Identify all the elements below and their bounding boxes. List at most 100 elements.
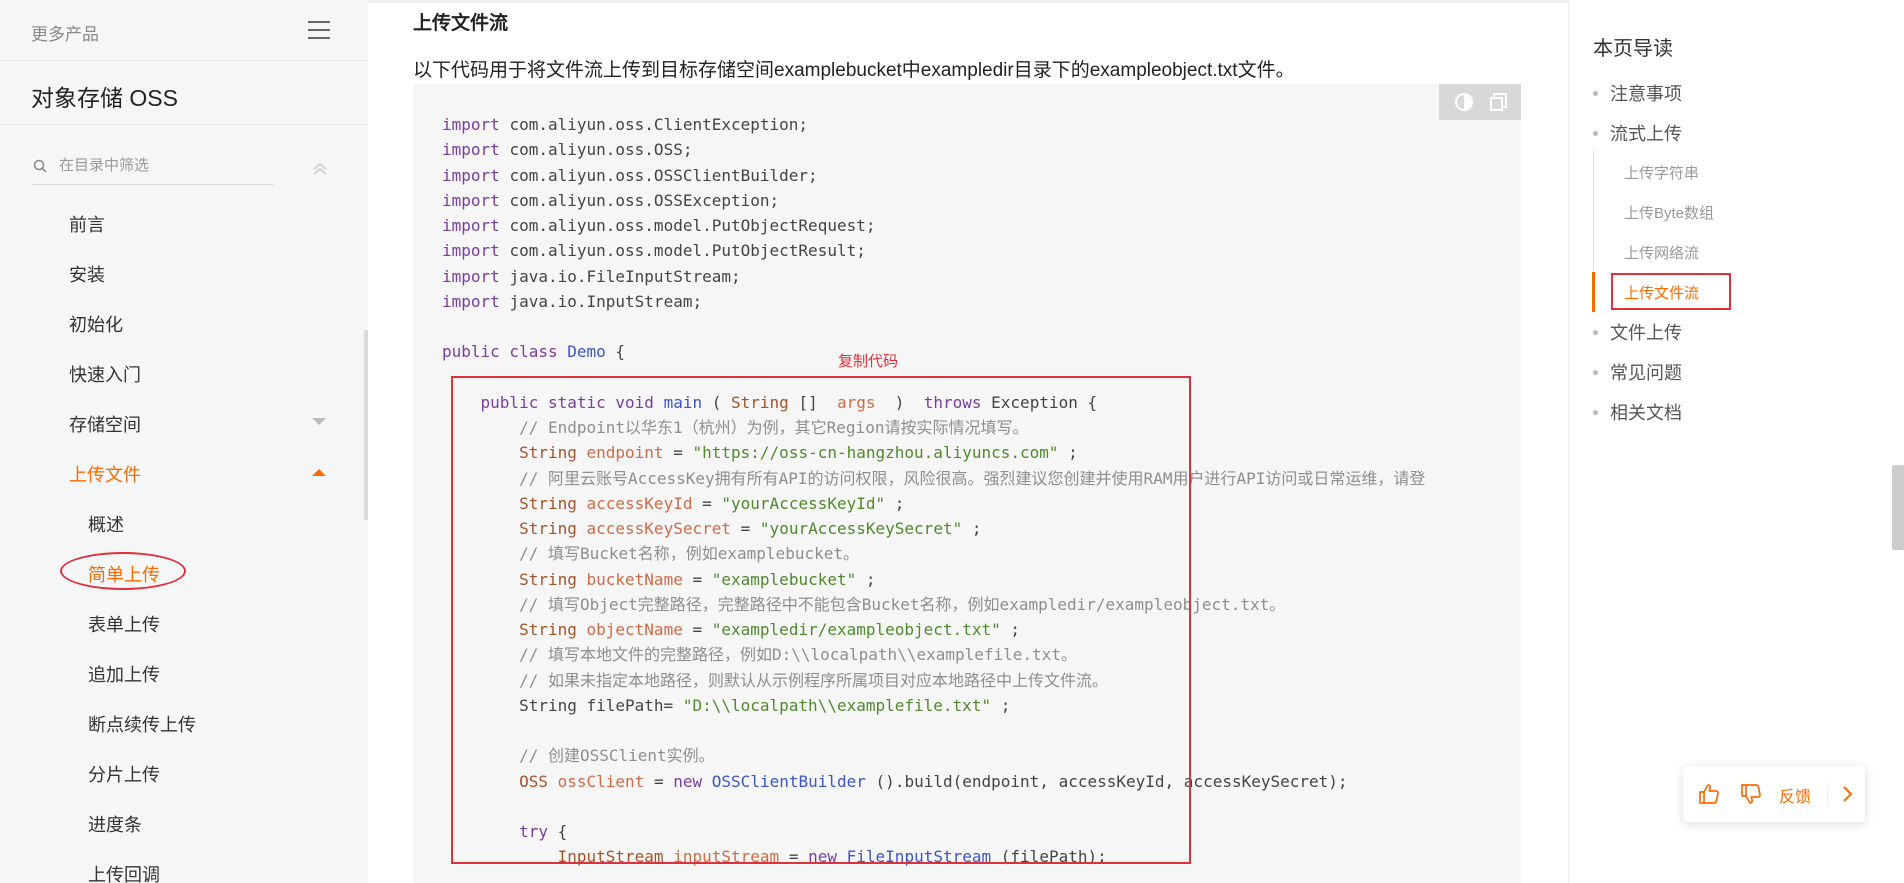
- page-scrollbar[interactable]: [1892, 465, 1904, 550]
- code-token: FileInputStream: [846, 847, 992, 867]
- code-token: throws: [923, 392, 982, 412]
- toc-item-label: 常见问题: [1610, 363, 1682, 383]
- more-products-link[interactable]: 更多产品: [31, 20, 99, 45]
- code-line: String bucketName = "examplebucket" ;: [442, 567, 1425, 592]
- toc-item-label: 文件上传: [1610, 323, 1682, 343]
- nav-item-form-upload[interactable]: 表单上传: [88, 611, 160, 637]
- nav-item-preface[interactable]: 前言: [69, 211, 105, 237]
- code-line: // 填写Bucket名称，例如examplebucket。: [442, 541, 1425, 566]
- code-token: String: [442, 443, 577, 463]
- copy-icon[interactable]: [1489, 92, 1509, 112]
- nav-item-resumable-upload[interactable]: 断点续传上传: [88, 711, 196, 737]
- toc-sub-upload-string[interactable]: 上传字符串: [1624, 162, 1699, 183]
- thumbs-down-icon[interactable]: [1739, 782, 1763, 806]
- code-token: // 创建OSSClient实例。: [442, 746, 715, 766]
- nav-item-progress[interactable]: 进度条: [88, 811, 142, 837]
- code-token: =: [692, 620, 703, 639]
- toc-sub-upload-network-stream[interactable]: 上传网络流: [1624, 242, 1699, 263]
- code-token: "examplebucket": [711, 569, 857, 589]
- code-token: =: [702, 493, 712, 513]
- code-token: String: [442, 620, 577, 639]
- product-title[interactable]: 对象存储 OSS: [31, 79, 178, 113]
- code-token: import: [442, 190, 500, 210]
- code-content[interactable]: import com.aliyun.oss.ClientException; im…: [442, 112, 1425, 870]
- thumbs-up-icon[interactable]: [1697, 782, 1721, 806]
- menu-icon[interactable]: [308, 21, 330, 39]
- nav-item-upload-callback[interactable]: 上传回调: [88, 861, 160, 883]
- catalog-filter-input[interactable]: [57, 156, 271, 175]
- chevron-up-icon[interactable]: [312, 469, 326, 476]
- more-products-bar: 更多产品: [0, 0, 368, 61]
- code-token: import: [442, 115, 500, 134]
- code-line: String filePath= "D:\\localpath\\example…: [442, 693, 1425, 718]
- code-token: Demo: [567, 342, 606, 362]
- catalog-filter: [31, 152, 274, 185]
- toc-item-stream-upload[interactable]: 流式上传: [1593, 120, 1682, 146]
- toc-item-faq[interactable]: 常见问题: [1593, 359, 1682, 385]
- code-token: // 如果未指定本地路径，则默认从示例程序所属项目对应本地路径中上传文件流。: [442, 670, 1108, 690]
- nav-item-install[interactable]: 安装: [69, 261, 105, 287]
- section-description: 以下代码用于将文件流上传到目标存储空间examplebucket中example…: [413, 60, 1295, 81]
- code-token: try: [442, 822, 548, 841]
- code-token: (filePath);: [1000, 847, 1107, 867]
- code-block: import com.aliyun.oss.ClientException; im…: [413, 84, 1521, 883]
- code-token: import: [442, 241, 500, 261]
- code-token: =: [673, 443, 683, 463]
- code-token: public class: [442, 342, 558, 362]
- nav-item-upload[interactable]: 上传文件: [69, 461, 141, 487]
- feedback-divider: [1827, 782, 1828, 806]
- code-token: main: [663, 392, 703, 412]
- code-token: ): [885, 392, 915, 412]
- code-token: OSSClientBuilder: [711, 771, 866, 791]
- code-token: // 阿里云账号AccessKey拥有所有API的访问权限，风险很高。强烈建议您…: [442, 468, 1426, 488]
- code-token: // 填写Object完整路径，完整路径中不能包含Bucket名称，例如exam…: [442, 594, 1286, 614]
- code-token: endpoint: [586, 443, 664, 463]
- nav-item-quickstart[interactable]: 快速入门: [69, 361, 141, 387]
- code-line: String accessKeyId = "yourAccessKeyId" ;: [442, 491, 1425, 516]
- toc-item-related-docs[interactable]: 相关文档: [1593, 399, 1682, 425]
- code-line: try {: [442, 819, 1425, 844]
- feedback-label[interactable]: 反馈: [1779, 783, 1811, 807]
- feedback-widget: 反馈: [1683, 766, 1865, 822]
- nav-item-bucket[interactable]: 存储空间: [69, 411, 141, 437]
- code-token: (: [711, 392, 722, 412]
- code-token: ;: [1000, 695, 1011, 715]
- chevron-down-icon[interactable]: [312, 418, 326, 425]
- code-line: import com.aliyun.oss.OSS;: [442, 137, 1425, 162]
- chevron-right-icon[interactable]: [1837, 782, 1857, 806]
- code-line: String objectName = "exampledir/exampleo…: [442, 617, 1425, 642]
- code-token: com.aliyun.oss.OSS;: [509, 140, 693, 160]
- toc-item-label: 流式上传: [1610, 124, 1682, 144]
- code-token: import: [442, 140, 500, 160]
- code-token: args: [837, 392, 876, 412]
- copy-code-annotation: 复制代码: [838, 353, 899, 370]
- theme-toggle-icon[interactable]: [1453, 92, 1475, 112]
- toc-item-file-upload[interactable]: 文件上传: [1593, 319, 1682, 345]
- nav-item-multipart-upload[interactable]: 分片上传: [88, 761, 160, 787]
- toc-sub-upload-bytes[interactable]: 上传Byte数组: [1624, 202, 1714, 223]
- nav-item-init[interactable]: 初始化: [69, 311, 123, 337]
- code-token: String: [442, 519, 577, 538]
- code-token: // Endpoint以华东1（杭州）为例，其它Region请按实际情况填写。: [442, 418, 1029, 437]
- code-token: import: [442, 291, 500, 311]
- code-token: bucketName: [586, 569, 683, 589]
- sidebar: 更多产品 对象存储 OSS 前言 安装 初始化 快速入门 存储空间 上传文件 概…: [0, 0, 368, 883]
- code-token: java.io.FileInputStream;: [509, 266, 741, 286]
- toc-item-notes[interactable]: 注意事项: [1593, 80, 1682, 106]
- code-line: public static void main ( String [] args…: [442, 390, 1425, 415]
- code-token: InputStream: [442, 847, 664, 867]
- code-line: // 阿里云账号AccessKey拥有所有API的访问权限，风险很高。强烈建议您…: [442, 466, 1425, 491]
- code-token: com.aliyun.oss.model.PutObjectRequest;: [509, 216, 876, 235]
- code-line: import java.io.FileInputStream;: [442, 264, 1425, 289]
- top-divider: [368, 0, 1568, 3]
- code-token: com.aliyun.oss.ClientException;: [509, 115, 809, 134]
- toc-sub-upload-file-stream[interactable]: 上传文件流: [1624, 282, 1699, 303]
- nav-item-overview[interactable]: 概述: [88, 511, 124, 537]
- code-token: ;: [971, 519, 982, 538]
- code-line: // 创建OSSClient实例。: [442, 743, 1425, 768]
- collapse-all-icon[interactable]: [312, 162, 328, 176]
- search-icon: [33, 159, 47, 173]
- nav-item-append-upload[interactable]: 追加上传: [88, 661, 160, 687]
- code-token: accessKeyId: [586, 493, 693, 513]
